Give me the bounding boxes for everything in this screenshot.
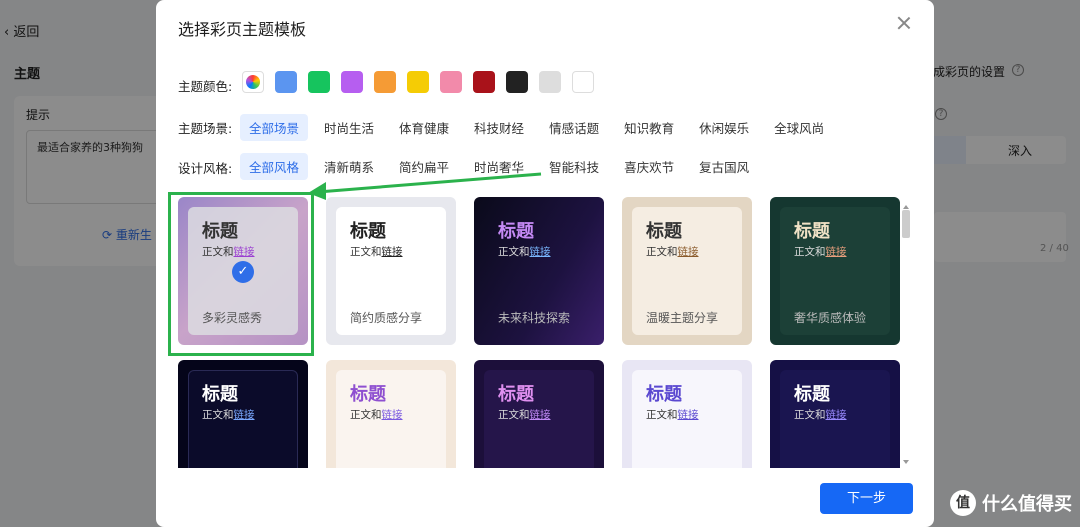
color-swatch[interactable] — [506, 71, 528, 93]
color-swatches — [242, 71, 594, 93]
template-card[interactable]: 标题 正文和链接 简约质感分享 — [326, 197, 456, 345]
card-body: 正文和链接 — [794, 409, 847, 421]
annotation-arrow-icon — [308, 172, 542, 200]
card-name: 温暖主题分享 — [646, 311, 719, 325]
color-swatch[interactable] — [473, 71, 495, 93]
color-label: 主题颜色: — [178, 79, 233, 94]
color-swatch-all[interactable] — [242, 71, 264, 93]
card-body: 正文和链接 — [350, 246, 403, 258]
style-chip[interactable]: 智能科技 — [540, 153, 608, 180]
color-swatch[interactable] — [407, 71, 429, 93]
card-title: 标题 — [498, 221, 534, 242]
color-swatch[interactable] — [572, 71, 594, 93]
scroll-thumb[interactable] — [902, 210, 910, 238]
card-title: 标题 — [350, 221, 386, 242]
card-body: 正文和链接 — [498, 246, 551, 258]
card-title: 标题 — [794, 384, 830, 405]
card-body: 正文和链接 — [350, 409, 403, 421]
card-name: 未来科技探索 — [498, 311, 571, 325]
card-title: 标题 — [646, 221, 682, 242]
color-swatch[interactable] — [440, 71, 462, 93]
next-button[interactable]: 下一步 — [820, 483, 913, 514]
scroll-down-icon[interactable] — [903, 460, 909, 464]
modal-title: 选择彩页主题模板 — [178, 20, 307, 39]
scene-filter: 全部场景 时尚生活 体育健康 科技财经 情感话题 知识教育 休闲娱乐 全球风尚 — [240, 114, 834, 141]
scene-chip[interactable]: 时尚生活 — [315, 114, 383, 141]
card-title: 标题 — [646, 384, 682, 405]
card-title: 标题 — [202, 384, 238, 405]
template-card[interactable]: 标题 正文和链接 — [326, 360, 456, 468]
color-swatch[interactable] — [539, 71, 561, 93]
color-swatch[interactable] — [308, 71, 330, 93]
grid-scrollbar[interactable] — [902, 205, 910, 465]
scene-chip[interactable]: 全部场景 — [240, 114, 309, 141]
style-label: 设计风格: — [178, 161, 233, 176]
card-title: 标题 — [350, 384, 386, 405]
card-body: 正文和链接 — [498, 409, 551, 421]
template-card[interactable]: 标题 正文和链接 — [474, 360, 604, 468]
scene-chip[interactable]: 知识教育 — [615, 114, 683, 141]
theme-template-modal: 选择彩页主题模板 主题颜色: 主题场景: 全部场景 时尚生活 体育健康 科技财经… — [156, 0, 934, 527]
style-chip[interactable]: 全部风格 — [240, 153, 309, 180]
watermark-text: 什么值得买 — [982, 494, 1072, 515]
color-swatch[interactable] — [275, 71, 297, 93]
card-name: 简约质感分享 — [350, 311, 423, 325]
card-title: 标题 — [498, 384, 534, 405]
scroll-up-icon[interactable] — [903, 205, 909, 209]
scene-chip[interactable]: 情感话题 — [540, 114, 608, 141]
watermark-logo-icon: 值 — [950, 490, 976, 516]
style-chip[interactable]: 复古国风 — [690, 153, 758, 180]
scene-chip[interactable]: 体育健康 — [390, 114, 458, 141]
color-swatch[interactable] — [374, 71, 396, 93]
scene-chip[interactable]: 全球风尚 — [765, 114, 833, 141]
card-body: 正文和链接 — [646, 246, 699, 258]
template-card[interactable]: 标题 正文和链接 — [178, 360, 308, 468]
card-body: 正文和链接 — [202, 409, 255, 421]
template-card[interactable]: 标题 正文和链接 奢华质感体验 — [770, 197, 900, 345]
scene-label: 主题场景: — [178, 121, 233, 136]
selection-highlight-frame — [168, 192, 314, 356]
template-card[interactable]: 标题 正文和链接 — [770, 360, 900, 468]
close-icon[interactable] — [896, 15, 912, 31]
card-body: 正文和链接 — [794, 246, 847, 258]
color-swatch[interactable] — [341, 71, 363, 93]
scene-chip[interactable]: 休闲娱乐 — [690, 114, 758, 141]
card-title: 标题 — [794, 221, 830, 242]
style-chip[interactable]: 喜庆欢节 — [615, 153, 683, 180]
template-card[interactable]: 标题 正文和链接 — [622, 360, 752, 468]
template-card[interactable]: 标题 正文和链接 温暖主题分享 — [622, 197, 752, 345]
scene-chip[interactable]: 科技财经 — [465, 114, 533, 141]
card-body: 正文和链接 — [646, 409, 699, 421]
template-card[interactable]: 标题 正文和链接 未来科技探索 — [474, 197, 604, 345]
card-name: 奢华质感体验 — [794, 311, 867, 325]
watermark: 值 什么值得买 — [950, 490, 1072, 516]
